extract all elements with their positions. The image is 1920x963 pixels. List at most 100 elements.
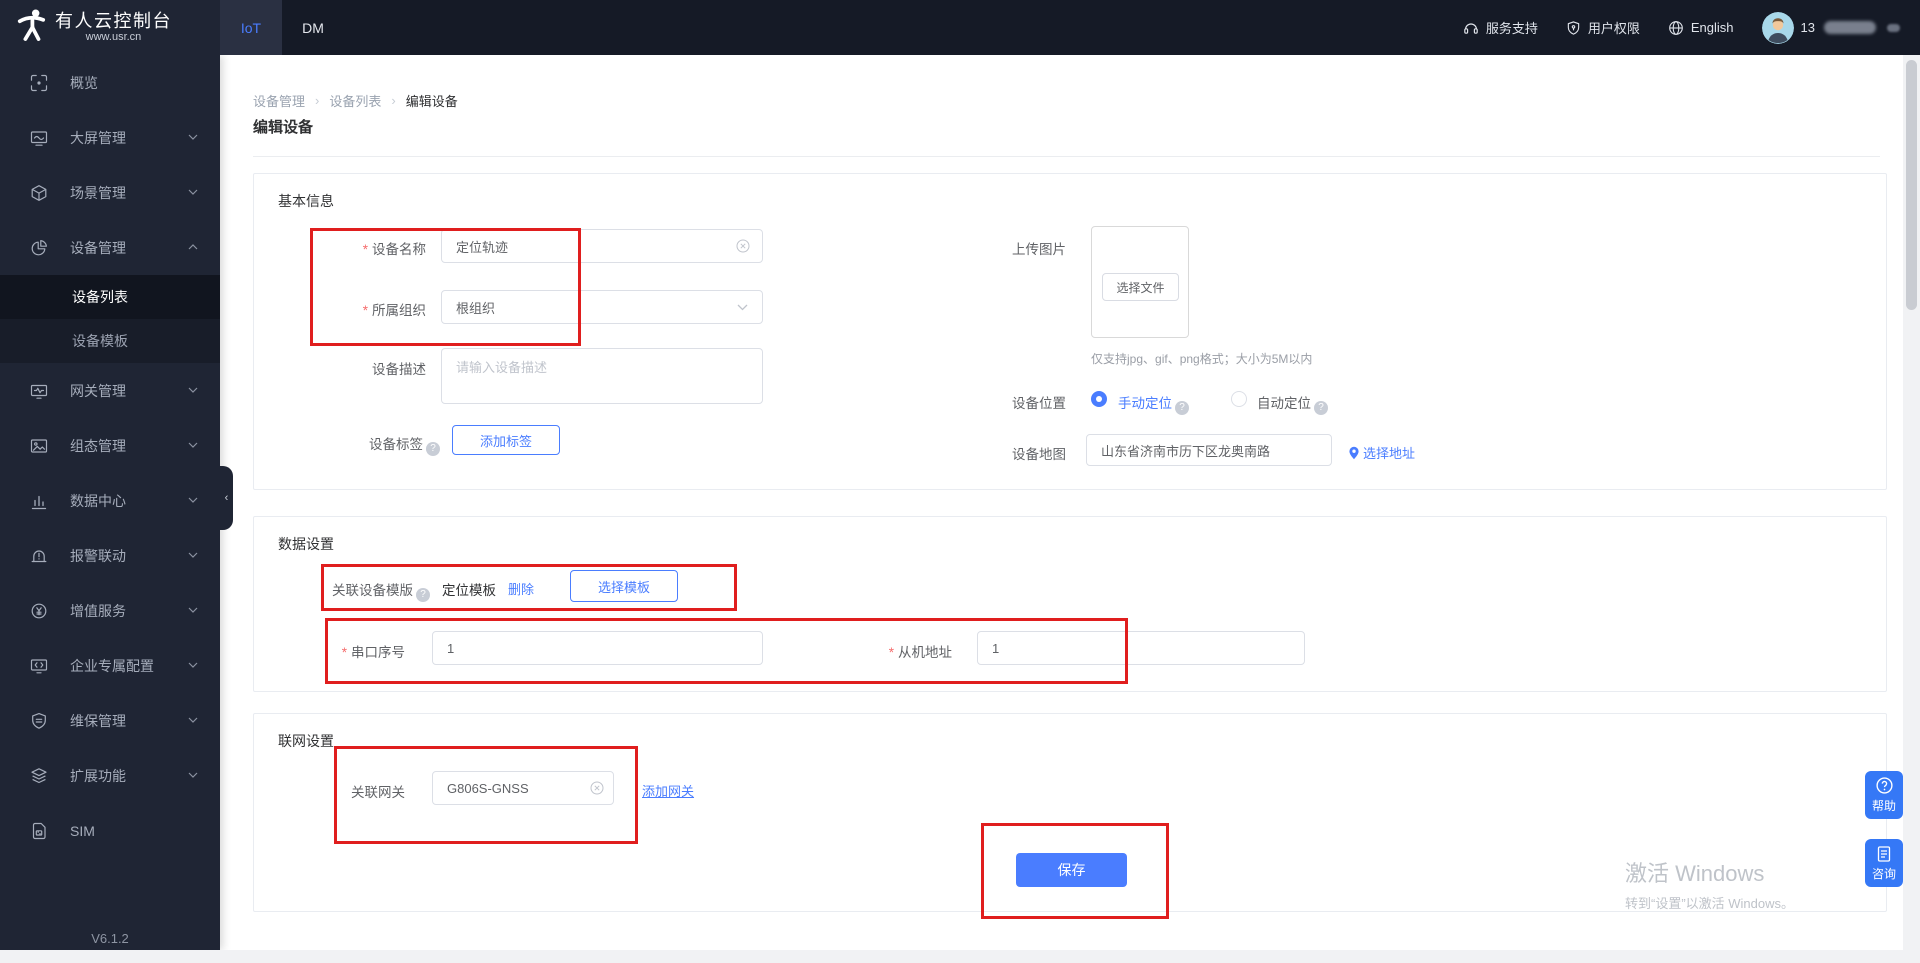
breadcrumb-current: 编辑设备 bbox=[405, 94, 458, 109]
sidebar-subitem-device-list[interactable]: 设备列表 bbox=[0, 275, 220, 319]
tab-dm[interactable]: DM bbox=[282, 0, 344, 55]
chevron-down-icon bbox=[188, 662, 198, 668]
vertical-scrollbar[interactable] bbox=[1903, 55, 1920, 950]
manual-location-option[interactable]: 手动定位 bbox=[1118, 392, 1189, 415]
choose-address-link[interactable]: 选择地址 bbox=[1348, 443, 1415, 462]
sidebar-item-extensions[interactable]: 扩展功能 bbox=[0, 748, 220, 803]
device-name-input[interactable] bbox=[441, 229, 763, 263]
sidebar-item-big-screen[interactable]: 大屏管理 bbox=[0, 110, 220, 165]
main-content: 设备管理 › 设备列表 › 编辑设备 编辑设备 基本信息 设备名称 所属组织 设… bbox=[220, 55, 1903, 950]
yuan-circle-icon bbox=[30, 602, 48, 620]
chevron-down-icon bbox=[188, 717, 198, 723]
sidebar-item-device-management[interactable]: 设备管理 bbox=[0, 220, 220, 275]
user-permissions-link[interactable]: 用户权限 bbox=[1566, 18, 1640, 37]
layers-icon bbox=[30, 767, 48, 785]
breadcrumb-device-management[interactable]: 设备管理 bbox=[253, 91, 305, 110]
device-description-label: 设备描述 bbox=[372, 362, 426, 377]
device-description-textarea[interactable] bbox=[441, 348, 763, 404]
sidebar-item-enterprise-config[interactable]: 企业专属配置 bbox=[0, 638, 220, 693]
vertical-scrollbar-thumb[interactable] bbox=[1906, 60, 1917, 310]
avatar bbox=[1761, 11, 1794, 44]
choose-file-button[interactable]: 选择文件 bbox=[1102, 273, 1179, 301]
chevron-down-icon bbox=[188, 772, 198, 778]
device-tags-label: 设备标签 bbox=[254, 433, 440, 456]
sim-card-icon bbox=[30, 822, 48, 840]
language-switch[interactable]: English bbox=[1668, 20, 1734, 36]
sidebar-item-alarm-linkage[interactable]: 报警联动 bbox=[0, 528, 220, 583]
section-title-data: 数据设置 bbox=[278, 536, 334, 552]
chevron-down-icon bbox=[188, 387, 198, 393]
chevron-down-icon bbox=[188, 607, 198, 613]
template-label: 关联设备模版 bbox=[332, 579, 430, 602]
auto-location-option[interactable]: 自动定位 bbox=[1257, 392, 1328, 415]
serial-port-input[interactable] bbox=[432, 631, 763, 665]
basic-info-card: 基本信息 设备名称 所属组织 设备描述 设备标签 添加标签 上传图片 选择文件 … bbox=[253, 173, 1887, 490]
sidebar-item-scene[interactable]: 场景管理 bbox=[0, 165, 220, 220]
select-template-button[interactable]: 选择模板 bbox=[570, 570, 678, 602]
sidebar-collapse-handle[interactable]: ‹ bbox=[220, 466, 233, 530]
configuration-image-icon bbox=[30, 437, 48, 455]
slave-address-input[interactable] bbox=[977, 631, 1305, 665]
sidebar-subitem-device-template[interactable]: 设备模板 bbox=[0, 319, 220, 363]
sidebar-item-data-center[interactable]: 数据中心 bbox=[0, 473, 220, 528]
overview-icon bbox=[30, 74, 48, 92]
tab-iot[interactable]: IoT bbox=[220, 0, 282, 55]
clear-input-icon[interactable] bbox=[590, 781, 604, 795]
help-icon[interactable] bbox=[1175, 401, 1189, 415]
header-right-group: 服务支持 用户权限 English 13 bbox=[1463, 0, 1900, 55]
sidebar-item-gateway[interactable]: 网关管理 bbox=[0, 363, 220, 418]
question-circle-icon bbox=[1875, 776, 1894, 795]
radio-auto-location[interactable] bbox=[1231, 391, 1247, 407]
windows-activation-watermark: 激活 Windows 转到“设置”以激活 Windows。 bbox=[1625, 861, 1795, 911]
section-title-basic: 基本信息 bbox=[278, 193, 334, 209]
usr-logo-person-icon bbox=[16, 8, 46, 47]
chevron-down-icon bbox=[188, 497, 198, 503]
organization-select[interactable] bbox=[441, 290, 763, 324]
headset-icon bbox=[1463, 20, 1479, 36]
add-tag-button[interactable]: 添加标签 bbox=[452, 425, 560, 455]
big-screen-icon bbox=[30, 129, 48, 147]
delete-template-link[interactable]: 删除 bbox=[508, 579, 534, 598]
device-map-label: 设备地图 bbox=[1012, 447, 1066, 462]
device-name-label: 设备名称 bbox=[254, 238, 426, 258]
device-management-submenu: 设备列表 设备模板 bbox=[0, 275, 220, 363]
sidebar-item-overview[interactable]: 概览 bbox=[0, 55, 220, 110]
serial-port-label: 串口序号 bbox=[254, 641, 405, 661]
data-bars-icon bbox=[30, 492, 48, 510]
gateway-input[interactable] bbox=[432, 771, 614, 805]
maintenance-shield-icon bbox=[30, 712, 48, 730]
chevron-down-icon[interactable] bbox=[737, 304, 748, 311]
phone-mask-dots bbox=[1887, 23, 1900, 32]
add-gateway-link[interactable]: 添加网关 bbox=[642, 781, 694, 800]
help-icon[interactable] bbox=[416, 588, 430, 602]
horizontal-scrollbar[interactable] bbox=[0, 950, 1920, 963]
app-logo[interactable]: 有人云控制台 www.usr.cn bbox=[0, 0, 220, 55]
device-map-input[interactable] bbox=[1086, 434, 1332, 466]
user-account[interactable]: 13 bbox=[1761, 11, 1900, 44]
device-pie-icon bbox=[30, 239, 48, 257]
collapse-chevron-icon: ‹ bbox=[224, 492, 229, 504]
chevron-down-icon bbox=[188, 134, 198, 140]
clear-input-icon[interactable] bbox=[736, 239, 750, 253]
title-divider bbox=[253, 156, 1880, 157]
service-support-link[interactable]: 服务支持 bbox=[1463, 18, 1538, 37]
breadcrumb-separator: › bbox=[391, 93, 396, 108]
help-icon[interactable] bbox=[1314, 401, 1328, 415]
enterprise-code-icon bbox=[30, 657, 48, 675]
breadcrumb-device-list[interactable]: 设备列表 bbox=[329, 91, 381, 110]
upload-dropzone[interactable]: 选择文件 bbox=[1091, 226, 1189, 338]
save-button[interactable]: 保存 bbox=[1016, 853, 1127, 887]
radio-manual-location[interactable] bbox=[1091, 391, 1107, 407]
phone-number-masked bbox=[1824, 21, 1876, 34]
sidebar-item-value-added[interactable]: 增值服务 bbox=[0, 583, 220, 638]
sidebar-item-configuration[interactable]: 组态管理 bbox=[0, 418, 220, 473]
consult-float-button[interactable]: 咨询 bbox=[1865, 839, 1903, 887]
sidebar-item-sim[interactable]: SIM bbox=[0, 803, 220, 858]
sidebar-nav: 概览 大屏管理 场景管理 设备管理 设备列表 设备模板 网关管理 组态管理 数据… bbox=[0, 55, 220, 950]
chevron-down-icon bbox=[188, 442, 198, 448]
help-float-button[interactable]: 帮助 bbox=[1865, 771, 1903, 819]
sidebar-item-maintenance[interactable]: 维保管理 bbox=[0, 693, 220, 748]
help-icon[interactable] bbox=[426, 442, 440, 456]
page-title: 编辑设备 bbox=[253, 119, 314, 136]
breadcrumb: 设备管理 › 设备列表 › 编辑设备 bbox=[253, 91, 458, 110]
